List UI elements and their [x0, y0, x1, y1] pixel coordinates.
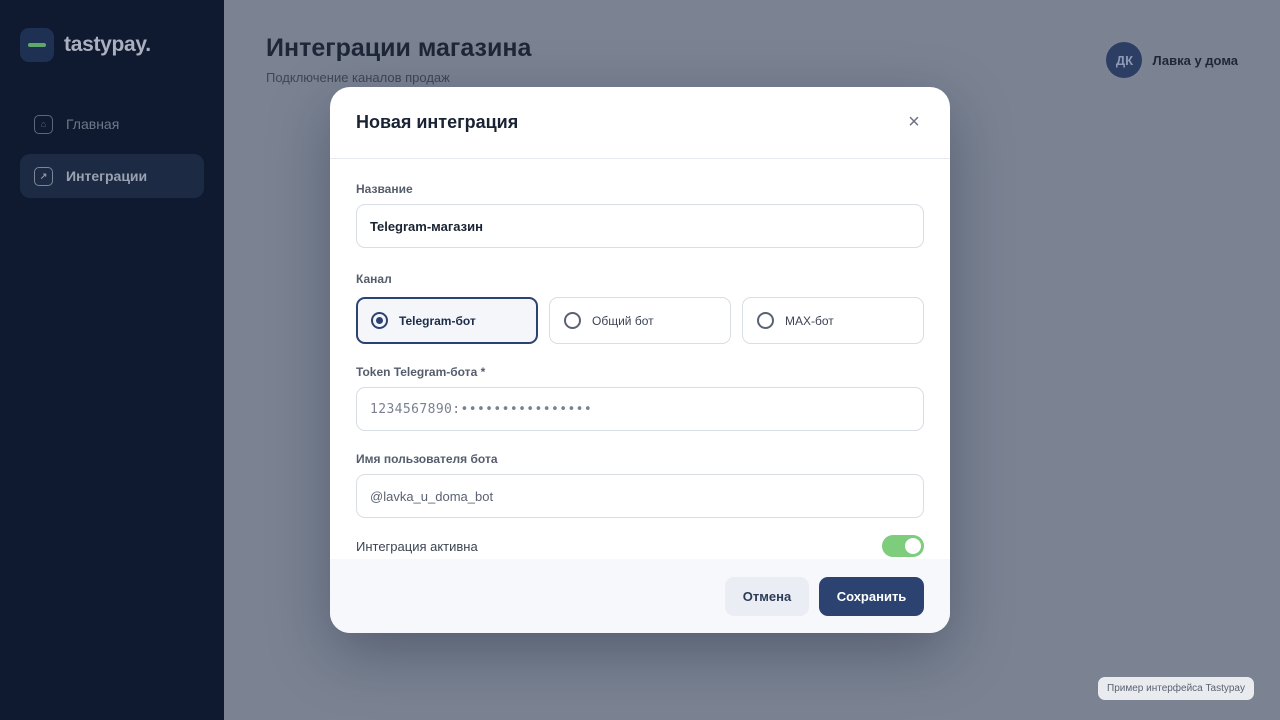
- logo-icon: [20, 28, 54, 62]
- page-title: Интеграции магазина: [266, 34, 532, 62]
- toggle-knob: [905, 538, 921, 554]
- user-menu[interactable]: ДК Лавка у дома: [1106, 42, 1238, 78]
- active-toggle[interactable]: [882, 535, 924, 557]
- channel-option-label: Telegram-бот: [399, 313, 476, 328]
- modal-header: Новая интеграция ×: [330, 87, 950, 159]
- radio-unchecked-icon: [757, 312, 774, 329]
- avatar: ДК: [1106, 42, 1143, 78]
- user-name: Лавка у дома: [1152, 52, 1238, 68]
- name-field[interactable]: Telegram-магазин: [356, 204, 924, 248]
- sidebar-item-home[interactable]: ⌂ Главная: [20, 102, 204, 146]
- cancel-button[interactable]: Отмена: [725, 576, 809, 616]
- channel-option-label: MAX-бот: [785, 313, 834, 328]
- channel-option-telegram[interactable]: Telegram-бот: [356, 297, 538, 344]
- home-icon: ⌂: [34, 114, 53, 134]
- sidebar-item-integrations[interactable]: ↗ Интеграции: [20, 154, 204, 198]
- username-label: Имя пользователя бота: [356, 452, 498, 466]
- channel-label: Канал: [356, 272, 392, 286]
- modal-footer: Отмена Сохранить: [330, 559, 950, 633]
- sidebar-item-label: Интеграции: [66, 168, 148, 184]
- logo-text: tastypay.: [64, 33, 151, 56]
- save-button[interactable]: Сохранить: [819, 576, 924, 616]
- radio-checked-icon: [371, 312, 388, 329]
- external-link-icon: ↗: [34, 166, 53, 186]
- watermark-badge: Пример интерфейса Tastypay: [1098, 677, 1254, 700]
- radio-unchecked-icon: [564, 312, 581, 329]
- logo[interactable]: tastypay.: [20, 28, 151, 62]
- channel-option-max[interactable]: MAX-бот: [742, 297, 924, 344]
- name-label: Название: [356, 182, 413, 196]
- channel-option-label: Общий бот: [592, 313, 654, 328]
- modal-title: Новая интеграция: [356, 112, 519, 132]
- token-field[interactable]: 1234567890:••••••••••••••••: [356, 387, 924, 431]
- active-label: Интеграция активна: [356, 538, 478, 554]
- integration-modal: Новая интеграция × Название Telegram-маг…: [330, 87, 950, 633]
- channel-options: Telegram-бот Общий бот MAX-бот: [356, 297, 924, 344]
- sidebar-item-label: Главная: [66, 116, 120, 132]
- sidebar: tastypay. ⌂ Главная ↗ Интеграции: [0, 0, 224, 720]
- page-subtitle: Подключение каналов продаж: [266, 70, 450, 85]
- active-row: Интеграция активна: [356, 535, 924, 557]
- channel-option-shared[interactable]: Общий бот: [549, 297, 731, 344]
- username-field[interactable]: @lavka_u_doma_bot: [356, 474, 924, 518]
- close-icon[interactable]: ×: [904, 111, 924, 133]
- modal-body: Название Telegram-магазин Канал Telegram…: [330, 182, 950, 557]
- token-label: Token Telegram-бота *: [356, 365, 486, 379]
